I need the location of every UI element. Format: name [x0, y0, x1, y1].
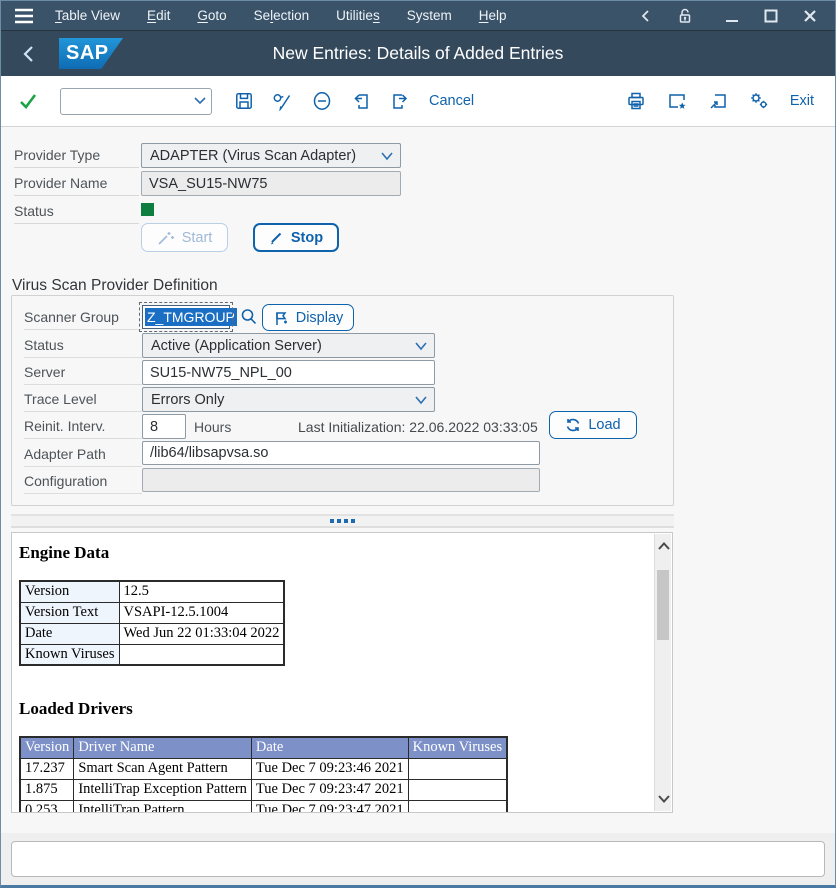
loaded-drivers-table: Version Driver Name Date Known Viruses 1…	[19, 736, 508, 813]
splitter-handle[interactable]	[11, 514, 674, 528]
scrollbar-down-icon[interactable]	[655, 789, 672, 809]
provider-type-label: Provider Type	[14, 143, 139, 168]
search-help-icon[interactable]	[238, 306, 260, 328]
table-row: Known Viruses	[20, 644, 284, 665]
vertical-scrollbar[interactable]	[654, 534, 671, 811]
engine-data-title: Engine Data	[19, 543, 648, 563]
stop-button[interactable]: Stop	[253, 223, 339, 252]
menu-goto[interactable]: Goto	[197, 8, 226, 23]
table-row: 1.875IntelliTrap Exception PatternTue De…	[20, 779, 507, 800]
engine-info-panel: Engine Data Version12.5 Version TextVSAP…	[11, 532, 673, 813]
sap-gui-window: Table View Edit Goto Selection Utilities…	[0, 0, 836, 888]
status-green-indicator	[141, 203, 154, 216]
table-row: 0.253IntelliTrap PatternTue Dec 7 09:23:…	[20, 800, 507, 813]
start-wand-icon	[157, 230, 175, 246]
command-field	[60, 88, 212, 115]
scanner-group-label: Scanner Group	[24, 305, 142, 330]
server-label: Server	[24, 360, 142, 385]
start-button[interactable]: Start	[141, 223, 228, 252]
refresh-icon	[565, 417, 581, 433]
statusbar-message-field	[11, 841, 825, 877]
hamburger-menu-icon[interactable]	[11, 5, 37, 27]
adapter-path-label: Adapter Path	[24, 442, 142, 467]
definition-status-label: Status	[24, 333, 142, 358]
minimize-icon[interactable]	[721, 5, 743, 27]
table-row: Version TextVSAPI-12.5.1004	[20, 602, 284, 623]
collapse-chevron-icon[interactable]	[635, 5, 657, 27]
server-field[interactable]: SU15-NW75_NPL_00	[142, 360, 435, 385]
menu-edit[interactable]: Edit	[147, 8, 170, 23]
status-bar	[1, 833, 835, 885]
configuration-field[interactable]	[142, 468, 540, 492]
scanner-group-field[interactable]: Z_TMGROUP	[142, 305, 230, 329]
reinit-interval-label: Reinit. Interv.	[24, 414, 142, 439]
minus-circle-icon[interactable]	[309, 88, 335, 114]
new-session-icon[interactable]	[664, 88, 690, 114]
section-title: Virus Scan Provider Definition	[12, 277, 218, 295]
main-content: Provider Type ADAPTER (Virus Scan Adapte…	[1, 127, 835, 833]
provider-type-select[interactable]: ADAPTER (Virus Scan Adapter)	[141, 143, 401, 168]
menu-utilities[interactable]: Utilities	[336, 8, 380, 23]
display-change-icon[interactable]	[270, 88, 296, 114]
menu-table-view[interactable]: Table View	[55, 8, 120, 23]
exit-button[interactable]: Exit	[787, 93, 817, 109]
save-icon[interactable]	[231, 88, 257, 114]
last-initialization-text: Last Initialization: 22.06.2022 03:33:05	[298, 414, 538, 439]
chevron-down-icon	[380, 149, 394, 163]
chevron-down-icon	[414, 393, 428, 407]
command-input[interactable]	[61, 89, 189, 114]
definition-groupbox: Scanner Group Z_TMGROUP Display Status A…	[11, 295, 674, 506]
menu-bar: Table View Edit Goto Selection Utilities…	[1, 1, 835, 31]
maximize-icon[interactable]	[760, 5, 782, 27]
load-button[interactable]: Load	[549, 411, 637, 439]
page-title: New Entries: Details of Added Entries	[1, 43, 835, 64]
configuration-label: Configuration	[24, 469, 142, 494]
enter-check-icon[interactable]	[15, 88, 41, 114]
definition-status-select[interactable]: Active (Application Server)	[142, 333, 435, 358]
close-icon[interactable]	[799, 5, 821, 27]
display-object-icon	[273, 310, 289, 326]
reinit-interval-field[interactable]: 8	[142, 414, 186, 439]
back-page-icon[interactable]	[348, 88, 374, 114]
trace-level-label: Trace Level	[24, 387, 142, 412]
chevron-down-icon	[414, 339, 428, 353]
loaded-drivers-title: Loaded Drivers	[19, 699, 648, 719]
reinit-unit-label: Hours	[194, 414, 231, 439]
menu-items: Table View Edit Goto Selection Utilities…	[55, 8, 506, 23]
menu-system[interactable]: System	[407, 8, 452, 23]
trace-level-select[interactable]: Errors Only	[142, 387, 435, 412]
table-row: DateWed Jun 22 01:33:04 2022	[20, 623, 284, 644]
provider-name-field[interactable]: VSA_SU15-NW75	[141, 171, 401, 196]
scrollbar-up-icon[interactable]	[655, 536, 672, 556]
stop-pencil-icon	[269, 230, 284, 245]
table-row: 17.237Smart Scan Agent PatternTue Dec 7 …	[20, 758, 507, 779]
back-chevron-icon[interactable]	[17, 42, 41, 66]
cancel-button[interactable]: Cancel	[426, 93, 477, 109]
print-icon[interactable]	[623, 88, 649, 114]
status-label: Status	[14, 199, 139, 224]
display-button[interactable]: Display	[262, 304, 354, 331]
menu-help[interactable]: Help	[479, 8, 507, 23]
exit-page-icon[interactable]	[387, 88, 413, 114]
table-row: Version12.5	[20, 581, 284, 602]
application-toolbar: Cancel Exit	[1, 76, 835, 127]
engine-data-table: Version12.5 Version TextVSAPI-12.5.1004 …	[19, 580, 285, 666]
menu-selection[interactable]: Selection	[254, 8, 310, 23]
title-bar: SAP New Entries: Details of Added Entrie…	[1, 31, 835, 76]
provider-name-label: Provider Name	[14, 171, 139, 196]
session-lock-icon[interactable]	[674, 5, 696, 27]
scrollbar-thumb[interactable]	[657, 570, 669, 640]
shortcut-icon[interactable]	[705, 88, 731, 114]
sap-logo: SAP	[59, 38, 123, 69]
settings-gears-icon[interactable]	[746, 88, 772, 114]
table-header-row: Version Driver Name Date Known Viruses	[20, 737, 507, 758]
adapter-path-field[interactable]: /lib64/libsapvsa.so	[142, 441, 540, 465]
command-chevron-down-icon[interactable]	[189, 97, 211, 105]
